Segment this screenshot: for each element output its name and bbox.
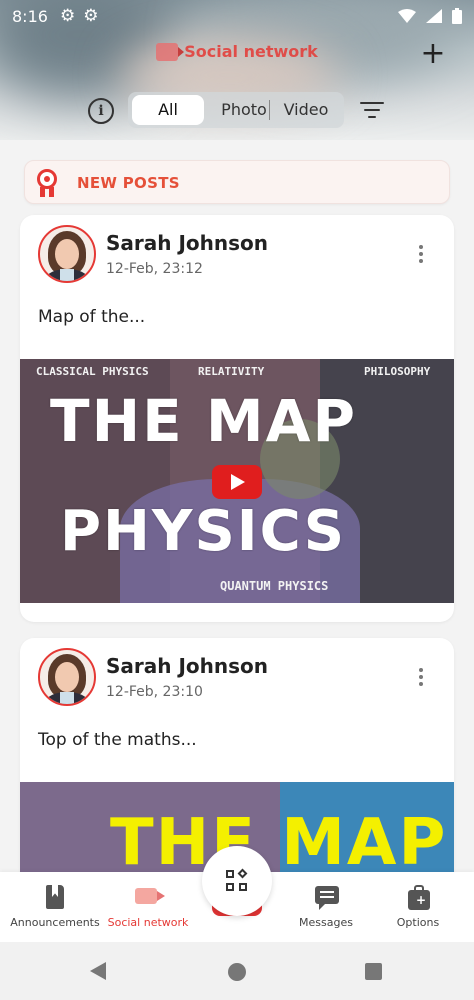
nav-messages[interactable]: Messages bbox=[276, 872, 376, 942]
new-posts-banner[interactable]: NEW POSTS bbox=[24, 160, 450, 204]
tab-all[interactable]: All bbox=[132, 95, 204, 125]
status-bar: 8:16 ⚙ ⚙ bbox=[0, 0, 474, 32]
filter-row: i All Photo Video bbox=[0, 92, 474, 130]
gear-icon: ⚙ bbox=[83, 6, 99, 26]
bookmark-book-icon bbox=[46, 885, 64, 909]
post-author[interactable]: Sarah Johnson bbox=[106, 654, 268, 678]
post-date: 12-Feb, 23:10 bbox=[106, 684, 203, 700]
apps-grid-icon bbox=[226, 868, 248, 892]
post-text: Top of the maths... bbox=[38, 730, 197, 750]
app-title: Social network bbox=[0, 42, 474, 61]
tab-video[interactable]: Video bbox=[274, 92, 338, 128]
post-video-thumbnail[interactable]: CLASSICAL PHYSICS RELATIVITY PHILOSOPHY … bbox=[20, 359, 454, 603]
wifi-icon bbox=[398, 9, 416, 23]
media-label: PHILOSOPHY bbox=[364, 365, 431, 378]
gear-icon: ⚙ bbox=[59, 6, 76, 26]
nav-announcements[interactable]: Announcements bbox=[0, 872, 110, 942]
media-label: QUANTUM PHYSICS bbox=[220, 579, 329, 593]
home-icon[interactable] bbox=[228, 963, 246, 981]
recents-icon[interactable] bbox=[365, 963, 382, 980]
sort-filter-icon[interactable] bbox=[360, 102, 384, 120]
post-card: Sarah Johnson 12-Feb, 23:12 Map of the..… bbox=[20, 215, 454, 622]
status-time: 8:16 bbox=[12, 6, 48, 26]
new-posts-label: NEW POSTS bbox=[77, 174, 180, 192]
signal-icon bbox=[426, 9, 442, 23]
nav-options[interactable]: + Options bbox=[370, 872, 466, 942]
back-icon[interactable] bbox=[90, 962, 106, 980]
nav-label: Options bbox=[396, 916, 440, 929]
app-title-text: Social network bbox=[184, 42, 318, 61]
battery-icon bbox=[452, 8, 462, 24]
social-network-logo-icon bbox=[156, 42, 185, 61]
media-title-line1: THE MAP bbox=[50, 387, 358, 455]
nav-label: Messages bbox=[299, 916, 353, 929]
plus-icon: + bbox=[420, 36, 446, 71]
avatar[interactable] bbox=[38, 648, 96, 706]
add-post-button[interactable]: + bbox=[418, 39, 448, 70]
apps-menu-button[interactable] bbox=[202, 846, 272, 916]
segment-divider bbox=[269, 100, 270, 120]
post-text: Map of the... bbox=[38, 307, 146, 327]
nav-social-network[interactable]: Social network bbox=[96, 872, 200, 942]
chat-icon bbox=[315, 886, 339, 910]
media-filter-segmented: All Photo Video bbox=[128, 92, 344, 128]
system-navigation-bar bbox=[0, 942, 474, 1000]
info-icon[interactable]: i bbox=[88, 98, 114, 124]
award-ribbon-icon bbox=[37, 169, 59, 197]
play-icon[interactable] bbox=[212, 465, 262, 499]
nav-label: Social network bbox=[107, 916, 189, 929]
more-options-icon[interactable] bbox=[418, 245, 424, 265]
post-author[interactable]: Sarah Johnson bbox=[106, 231, 268, 255]
avatar[interactable] bbox=[38, 225, 96, 283]
media-label: RELATIVITY bbox=[198, 365, 265, 378]
media-title-line2: PHYSICS bbox=[60, 499, 347, 564]
post-date: 12-Feb, 23:12 bbox=[106, 261, 203, 277]
media-title-line1: THE MAP bbox=[110, 806, 448, 880]
nav-label: Announcements bbox=[10, 916, 100, 929]
media-label: CLASSICAL PHYSICS bbox=[36, 365, 149, 378]
briefcase-plus-icon: + bbox=[408, 884, 430, 910]
more-options-icon[interactable] bbox=[418, 668, 424, 688]
social-network-logo-icon bbox=[135, 888, 165, 904]
